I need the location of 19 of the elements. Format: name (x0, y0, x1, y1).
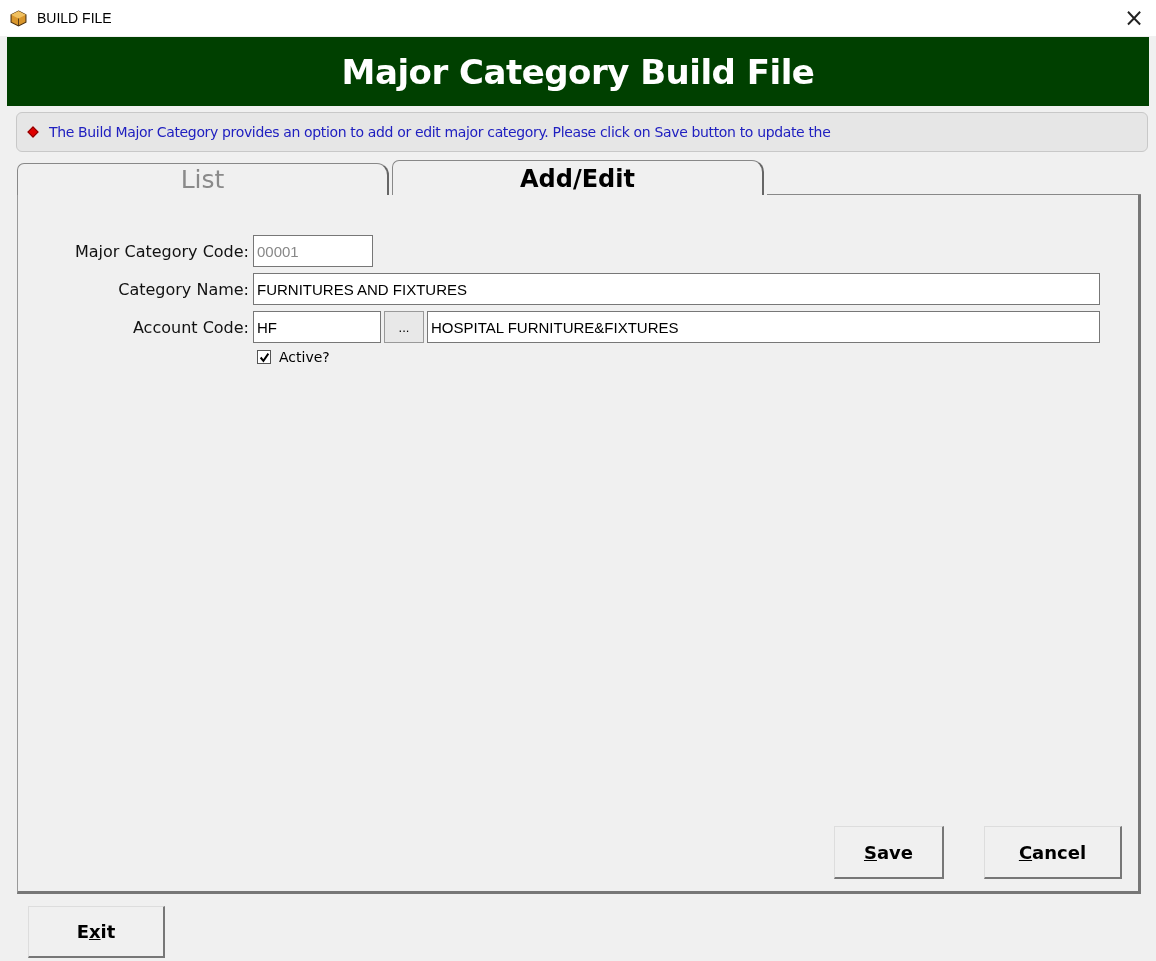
button[interactable]: Cancel (984, 826, 1122, 879)
field-label: Major Category Code: (73, 241, 249, 261)
field-label: Account Code: (131, 317, 249, 337)
checkbox-label: Active? (279, 349, 330, 365)
window-title: BUILD FILE (37, 10, 112, 26)
close-button[interactable]: × (1121, 6, 1146, 30)
browse-button[interactable]: ... (384, 311, 424, 343)
account-code-field[interactable]: HF (253, 311, 381, 343)
button[interactable]: Exit (28, 906, 165, 958)
box-icon (10, 9, 27, 27)
checkbox[interactable] (257, 350, 271, 364)
tab[interactable]: Add/Edit (392, 160, 764, 195)
info-text: The Build Major Category provides an option to add or edit major category. Please click on Save button to update the (49, 124, 831, 140)
name-field[interactable]: FURNITURES AND FIXTURES (253, 273, 1100, 305)
bullet-icon (27, 126, 39, 138)
account-description-field[interactable]: HOSPITAL FURNITURE&FIXTURES (427, 311, 1100, 343)
field-label: Category Name: (117, 279, 249, 299)
button[interactable]: Save (834, 826, 944, 879)
header-title: Major Category Build File (341, 51, 815, 92)
